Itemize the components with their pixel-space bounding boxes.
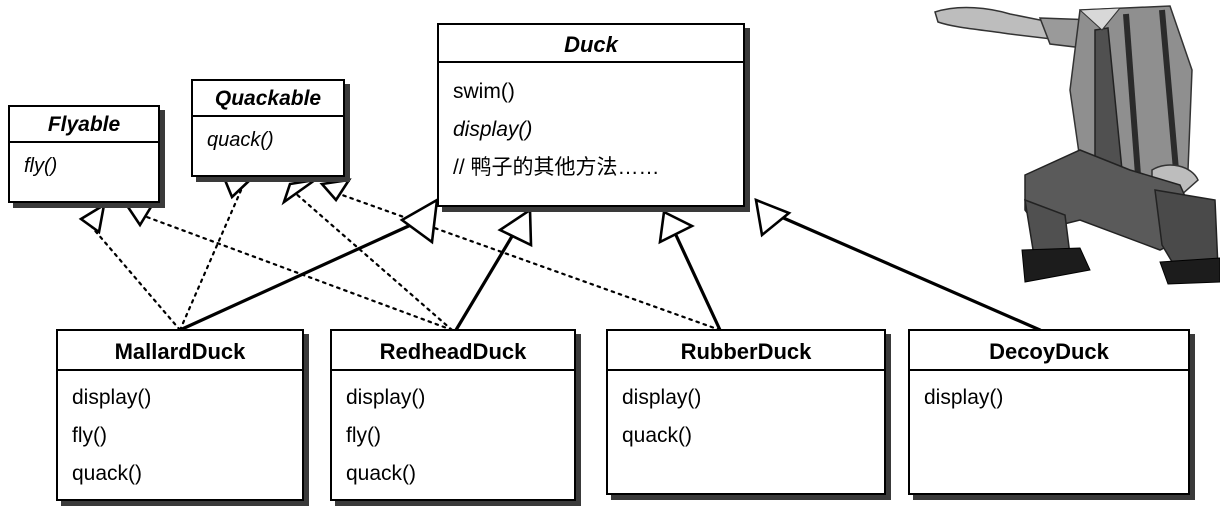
duck-class-box: Duck swim() display() // 鸭子的其他方法…… bbox=[437, 23, 750, 212]
realization-mallard-quackable bbox=[178, 186, 244, 332]
redhead-method-fly: fly() bbox=[346, 424, 381, 447]
inheritance-rubber-duck bbox=[673, 231, 722, 332]
inheritance-redhead-duck bbox=[454, 231, 516, 332]
presenter-man-icon bbox=[934, 5, 1220, 285]
flyable-interface-name: Flyable bbox=[10, 107, 158, 143]
quackable-method: quack() bbox=[207, 129, 274, 151]
mallard-duck-class-box: MallardDuck display() fly() quack() bbox=[56, 329, 309, 506]
redhead-duck-class-box: RedheadDuck display() fly() quack() bbox=[330, 329, 581, 506]
quackable-interface-name: Quackable bbox=[193, 81, 343, 117]
duck-method-swim: swim() bbox=[453, 80, 515, 103]
rubber-duck-class-name: RubberDuck bbox=[608, 331, 884, 371]
realization-redhead-flyable bbox=[134, 211, 454, 332]
realization-mallard-flyable bbox=[89, 224, 182, 332]
arrowhead-decoy-duck bbox=[754, 197, 792, 238]
flyable-method: fly() bbox=[24, 155, 58, 177]
duck-method-comment: // 鸭子的其他方法…… bbox=[453, 156, 660, 179]
arrowhead-mallard-duck bbox=[399, 197, 439, 245]
mallard-duck-class-name: MallardDuck bbox=[58, 331, 302, 371]
quackable-interface-box: Quackable quack() bbox=[191, 79, 350, 182]
rubber-method-display: display() bbox=[622, 386, 702, 409]
rubber-duck-class-box: RubberDuck display() quack() bbox=[606, 329, 891, 500]
redhead-method-quack: quack() bbox=[346, 462, 417, 485]
redhead-duck-class-name: RedheadDuck bbox=[332, 331, 574, 371]
arrowhead-redhead-duck bbox=[497, 207, 533, 248]
mallard-method-display: display() bbox=[72, 386, 152, 409]
decoy-method-display: display() bbox=[924, 386, 1004, 409]
inheritance-mallard-duck bbox=[178, 222, 415, 332]
duck-class-name: Duck bbox=[439, 25, 743, 63]
decoy-duck-class-name: DecoyDuck bbox=[910, 331, 1188, 371]
arrowhead-redhead-quackable bbox=[281, 178, 316, 206]
redhead-method-display: display() bbox=[346, 386, 426, 409]
arrowhead-mallard-flyable bbox=[78, 202, 106, 235]
mallard-method-fly: fly() bbox=[72, 424, 107, 447]
decoy-duck-class-box: DecoyDuck display() bbox=[908, 329, 1195, 500]
rubber-method-quack: quack() bbox=[622, 424, 693, 447]
mallard-method-quack: quack() bbox=[72, 462, 143, 485]
duck-method-display: display() bbox=[453, 118, 533, 141]
flyable-interface-box: Flyable fly() bbox=[8, 105, 165, 208]
